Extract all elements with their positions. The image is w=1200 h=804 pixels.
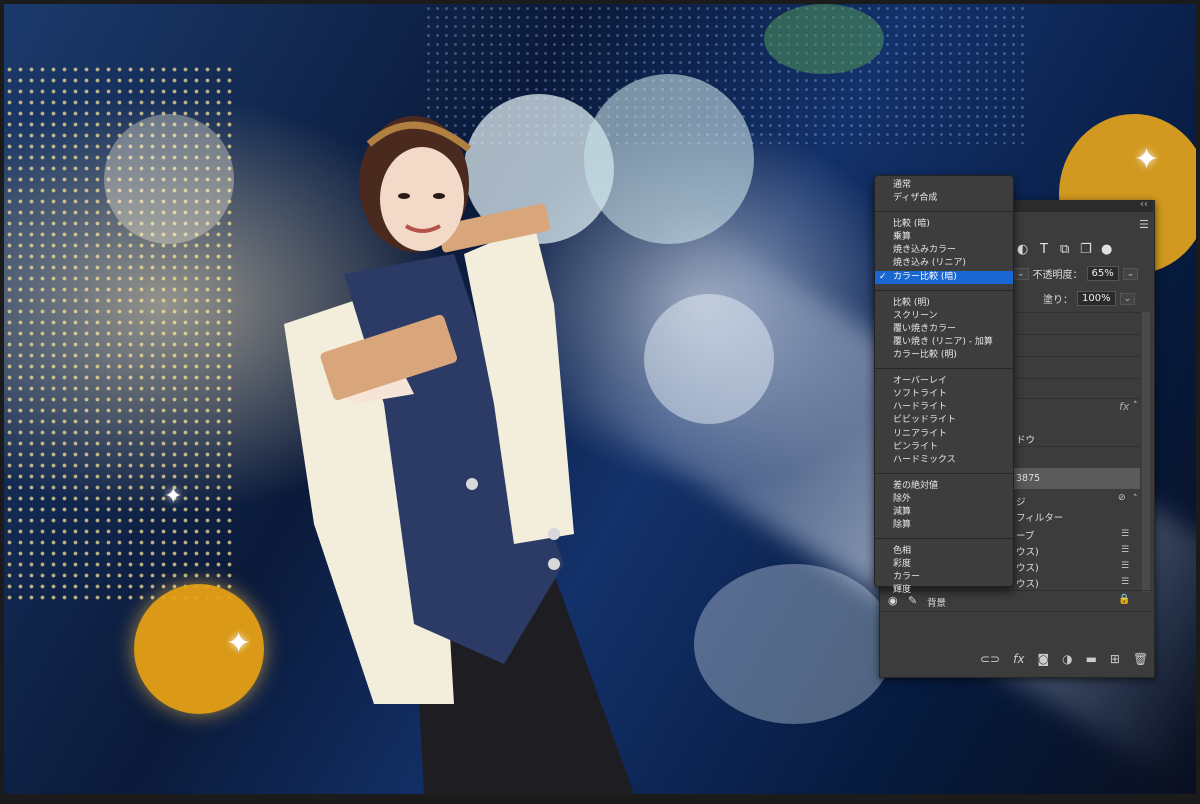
collapse-panel-icon[interactable]: ‹‹ — [1140, 199, 1148, 210]
blend-mode-item-label: カラー比較 (暗) — [893, 271, 957, 282]
link-layers-icon[interactable]: ⊂⊃ — [980, 652, 1000, 666]
opacity-input[interactable]: 65% — [1086, 266, 1119, 281]
filter-options-icon[interactable]: ☰ — [1121, 529, 1129, 539]
blend-mode-item[interactable]: リニアライト — [875, 428, 1013, 441]
blend-mode-item[interactable]: 覆い焼き (リニア) - 加算 — [875, 336, 1013, 349]
opacity-label: 不透明度： — [1032, 270, 1083, 281]
blend-mode-item[interactable]: ハードミックス — [875, 454, 1013, 467]
sparkle-icon: ✦ — [226, 626, 252, 661]
delete-layer-trash-icon[interactable]: 🗑 — [1133, 652, 1148, 666]
blend-mode-dropdown-chevron-icon[interactable]: ⌄ — [1013, 267, 1029, 280]
layer-row-smart-object[interactable]: ジ — [1016, 494, 1026, 508]
add-layer-style-fx-icon[interactable]: fx — [1013, 652, 1024, 666]
new-adjustment-layer-icon[interactable]: ◑ — [1062, 652, 1072, 666]
expand-effects-chevron-icon[interactable]: ˄ — [1133, 401, 1138, 411]
blend-mode-item[interactable]: オーバーレイ — [875, 375, 1013, 388]
layer-divider — [1014, 312, 1140, 313]
filter-options-icon[interactable]: ☰ — [1121, 545, 1129, 555]
layer-divider — [1014, 334, 1140, 335]
filter-smart-object-icon[interactable]: ❐ — [1080, 242, 1092, 257]
new-layer-icon[interactable]: ⊞ — [1110, 652, 1120, 666]
blend-mode-item[interactable]: 色相 — [875, 545, 1013, 558]
layer-divider — [1014, 356, 1140, 357]
checkmark-icon: ✓ — [879, 271, 887, 282]
blend-mode-item[interactable]: ディザ合成 — [875, 192, 1013, 205]
sparkle-icon: ✦ — [164, 484, 183, 509]
layers-scrollbar[interactable] — [1142, 312, 1150, 592]
bokeh-light — [104, 114, 234, 244]
blend-mode-item[interactable]: スクリーン — [875, 310, 1013, 323]
blend-mode-item[interactable]: 差の絶対値 — [875, 480, 1013, 493]
filter-options-icon[interactable]: ☰ — [1121, 577, 1129, 587]
layer-divider — [1014, 446, 1140, 447]
blend-mode-item[interactable]: 除外 — [875, 493, 1013, 506]
bokeh-light — [694, 564, 894, 724]
layer-row-blur-1[interactable]: ウス) — [1016, 544, 1039, 558]
blend-mode-item[interactable]: ピンライト — [875, 441, 1013, 454]
filter-type-icon[interactable]: T — [1040, 242, 1048, 257]
fill-control: 塗り： 100% ⌄ — [1043, 291, 1136, 306]
layer-row-curve[interactable]: ーブ — [1016, 528, 1034, 542]
bokeh-light — [764, 4, 884, 74]
filter-toggle-icon[interactable]: ● — [1101, 242, 1112, 257]
blend-mode-item[interactable]: 比較 (暗) — [875, 218, 1013, 231]
fill-chevron-icon[interactable]: ⌄ — [1119, 292, 1136, 305]
blend-mode-item[interactable]: 除算 — [875, 519, 1013, 532]
blend-mode-item[interactable]: 覆い焼きカラー — [875, 323, 1013, 336]
layer-row-blur-2[interactable]: ウス) — [1016, 560, 1039, 574]
blend-mode-item[interactable]: ✓ カラー比較 (暗) — [875, 270, 1013, 284]
menu-separator — [875, 472, 1013, 474]
blend-mode-item[interactable]: 通常 — [875, 179, 1013, 192]
blend-mode-item[interactable]: 彩度 — [875, 558, 1013, 571]
smart-filter-mask-icon[interactable]: ⊘ — [1118, 493, 1126, 503]
menu-separator — [875, 538, 1013, 540]
sparkle-icon: ✦ — [1134, 142, 1160, 177]
layers-bottom-toolbar: ⊂⊃ fx ◙ ◑ ▬ ⊞ 🗑 — [980, 652, 1148, 666]
model-photo — [284, 116, 634, 794]
layer-row-smart-filter[interactable]: フィルター — [1016, 510, 1063, 524]
blend-mode-item[interactable]: ビビッドライト — [875, 414, 1013, 427]
opacity-control: ⌄ 不透明度： 65% ⌄ — [1013, 266, 1139, 281]
blend-mode-item[interactable]: 焼き込み (リニア) — [875, 257, 1013, 270]
layer-row-blur-3[interactable]: ウス) — [1016, 576, 1039, 590]
lock-icon[interactable]: 🔒 — [1118, 594, 1130, 605]
menu-separator — [875, 289, 1013, 291]
filter-shape-icon[interactable]: ⧉ — [1060, 242, 1069, 257]
selected-layer-name: 3875 — [1016, 473, 1041, 484]
layer-row-shadow[interactable]: ドウ — [1016, 432, 1035, 446]
blend-mode-item[interactable]: 輝度 — [875, 584, 1013, 597]
add-mask-icon[interactable]: ◙ — [1037, 652, 1049, 666]
layer-divider — [1014, 378, 1140, 379]
blend-mode-item[interactable]: ソフトライト — [875, 388, 1013, 401]
blend-mode-item[interactable]: 減算 — [875, 506, 1013, 519]
layer-divider — [1014, 398, 1140, 399]
expand-filters-chevron-icon[interactable]: ˄ — [1133, 494, 1138, 504]
filter-adjustment-icon[interactable]: ◐ — [1017, 242, 1028, 257]
fill-label: 塗り： — [1043, 295, 1073, 306]
blend-mode-item[interactable]: カラー — [875, 571, 1013, 584]
fill-input[interactable]: 100% — [1077, 291, 1116, 306]
opacity-chevron-icon[interactable]: ⌄ — [1122, 267, 1139, 280]
blend-mode-menu[interactable]: 通常 ディザ合成 比較 (暗) 乗算 焼き込みカラー 焼き込み (リニア) ✓ カラー比較 (… — [874, 175, 1014, 595]
new-group-folder-icon[interactable]: ▬ — [1086, 652, 1097, 666]
blend-mode-item[interactable]: 乗算 — [875, 231, 1013, 244]
menu-separator — [875, 211, 1013, 213]
blend-mode-item[interactable]: カラー比較 (明) — [875, 349, 1013, 362]
blend-mode-item[interactable]: 焼き込みカラー — [875, 244, 1013, 257]
menu-separator — [875, 368, 1013, 370]
blend-mode-item[interactable]: ハードライト — [875, 401, 1013, 414]
layer-effects-fx-icon[interactable]: fx — [1119, 400, 1129, 413]
blend-mode-item[interactable]: 比較 (明) — [875, 297, 1013, 310]
panel-menu-icon[interactable]: ☰ — [1139, 218, 1149, 231]
filter-options-icon[interactable]: ☰ — [1121, 561, 1129, 571]
